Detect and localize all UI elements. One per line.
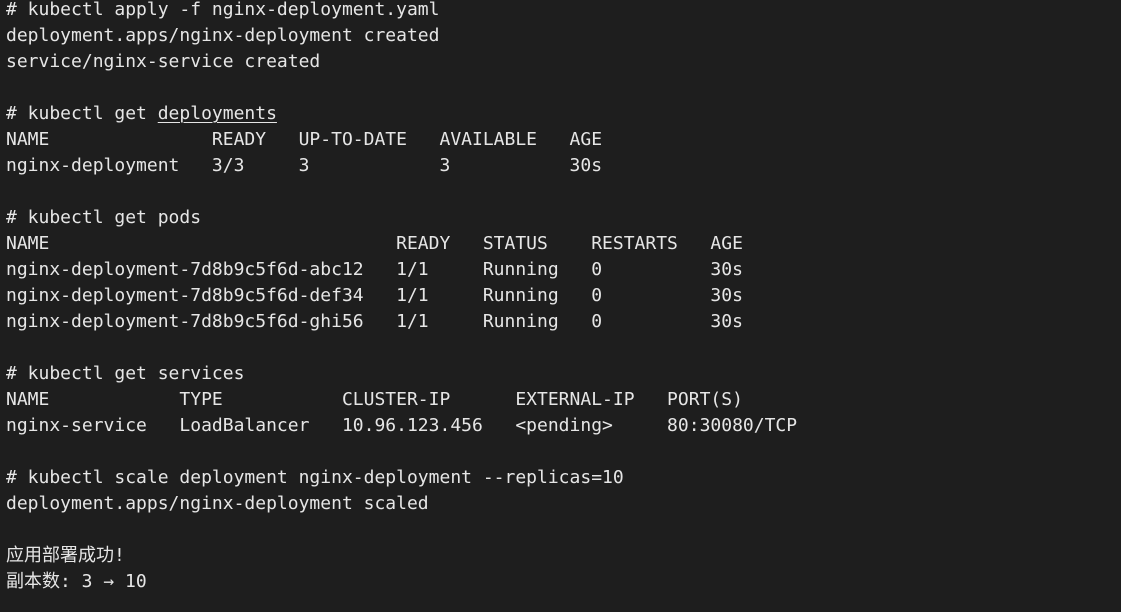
terminal-line: deployment.apps/nginx-deployment created <box>6 23 1121 49</box>
terminal-line: # kubectl get deployments <box>6 101 1121 127</box>
line-text: nginx-deployment-7d8b9c5f6d-ghi56 1/1 Ru… <box>6 311 743 332</box>
terminal-line: NAME READY STATUS RESTARTS AGE <box>6 231 1121 257</box>
line-text: # kubectl scale deployment nginx-deploym… <box>6 467 624 488</box>
terminal-line: NAME TYPE CLUSTER-IP EXTERNAL-IP PORT(S) <box>6 387 1121 413</box>
terminal-line: nginx-deployment-7d8b9c5f6d-abc12 1/1 Ru… <box>6 257 1121 283</box>
terminal-line: # kubectl get services <box>6 361 1121 387</box>
terminal-line: # kubectl apply -f nginx-deployment.yaml <box>6 0 1121 23</box>
line-text: nginx-service LoadBalancer 10.96.123.456… <box>6 415 798 436</box>
terminal-line: nginx-deployment-7d8b9c5f6d-ghi56 1/1 Ru… <box>6 309 1121 335</box>
line-text: nginx-deployment-7d8b9c5f6d-abc12 1/1 Ru… <box>6 259 743 280</box>
terminal-line: service/nginx-service created <box>6 49 1121 75</box>
line-text: nginx-deployment-7d8b9c5f6d-def34 1/1 Ru… <box>6 285 743 306</box>
terminal-line: nginx-deployment-7d8b9c5f6d-def34 1/1 Ru… <box>6 283 1121 309</box>
line-text: deployment.apps/nginx-deployment scaled <box>6 493 429 514</box>
terminal-line: # kubectl get pods <box>6 205 1121 231</box>
line-text: # kubectl get <box>6 103 158 124</box>
line-text: nginx-deployment 3/3 3 3 30s <box>6 155 603 176</box>
terminal-line: nginx-deployment 3/3 3 3 30s <box>6 153 1121 179</box>
underlined-text: deployments <box>157 103 277 124</box>
terminal-line: nginx-service LoadBalancer 10.96.123.456… <box>6 413 1121 439</box>
line-text: # kubectl apply -f nginx-deployment.yaml <box>6 0 440 20</box>
line-text: # kubectl get services <box>6 363 245 384</box>
line-text: NAME TYPE CLUSTER-IP EXTERNAL-IP PORT(S) <box>6 389 743 410</box>
line-text: service/nginx-service created <box>6 51 321 72</box>
terminal-line: 副本数: 3 → 10 <box>6 569 1121 595</box>
terminal-line: # kubectl scale deployment nginx-deploym… <box>6 465 1121 491</box>
terminal-line: deployment.apps/nginx-deployment scaled <box>6 491 1121 517</box>
terminal-line: NAME READY UP-TO-DATE AVAILABLE AGE <box>6 127 1121 153</box>
terminal-line: 应用部署成功! <box>6 543 1121 569</box>
line-text: NAME READY STATUS RESTARTS AGE <box>6 233 743 254</box>
line-text: 副本数: 3 → 10 <box>6 571 147 592</box>
line-text: # kubectl get pods <box>6 207 202 228</box>
line-text: deployment.apps/nginx-deployment created <box>6 25 440 46</box>
terminal-output[interactable]: # kubectl apply -f nginx-deployment.yaml… <box>0 0 1121 612</box>
line-text: 应用部署成功! <box>6 545 125 566</box>
line-text: NAME READY UP-TO-DATE AVAILABLE AGE <box>6 129 603 150</box>
